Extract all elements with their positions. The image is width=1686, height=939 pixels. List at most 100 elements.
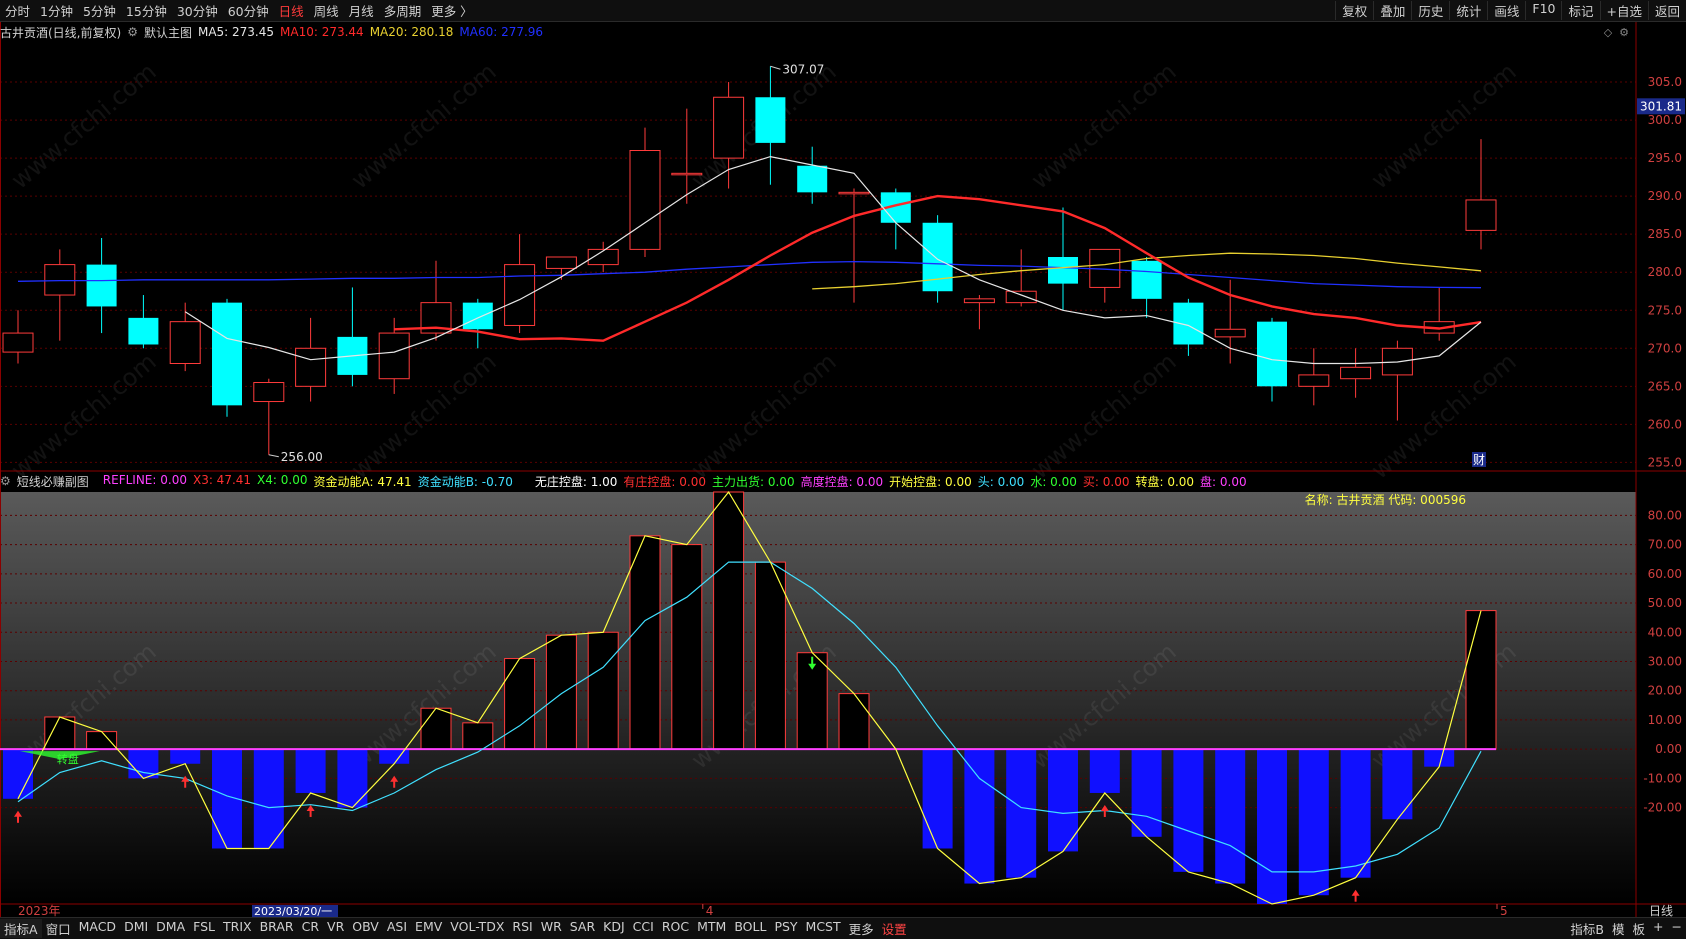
month-label: 4: [706, 904, 714, 918]
sub-legend-item: 盘: 0.00: [1200, 474, 1247, 489]
candle-body: [44, 264, 76, 296]
sub-legend-item: X3: 47.41: [192, 472, 252, 487]
indicator-tab-14[interactable]: RSI: [508, 919, 536, 938]
sub-tick-label: 50.00: [1648, 596, 1682, 610]
indicator-tab-13[interactable]: VOL-TDX: [446, 919, 508, 938]
period-tab-10[interactable]: 更多 〉: [426, 1, 477, 20]
indicator-tab-23[interactable]: MCST: [802, 919, 845, 938]
price-tick-label: 275.0: [1648, 303, 1682, 317]
sub-tick-label: 40.00: [1648, 625, 1682, 639]
indicator-tab-20[interactable]: MTM: [693, 919, 730, 938]
indicator-tab-2[interactable]: MACD: [75, 919, 120, 938]
sub-legend-item: X4: 0.00: [257, 472, 308, 487]
tool-tab-8[interactable]: 返回: [1647, 1, 1686, 20]
indicator-b-tab-3[interactable]: +: [1649, 919, 1667, 938]
indicator-tab-12[interactable]: EMV: [411, 919, 446, 938]
candle-body: [1214, 328, 1246, 338]
candle-body: [86, 264, 117, 307]
main-grid: [0, 81, 1640, 463]
settings-icon[interactable]: ⚙: [0, 474, 11, 488]
stock-name-label: 名称: 古井贡酒 代码: 000596: [1305, 492, 1466, 507]
sub-bar: [587, 631, 619, 750]
price-tick-label: 260.0: [1648, 417, 1682, 431]
indicator-tab-0[interactable]: 指标A: [0, 919, 42, 938]
period-tab-5[interactable]: 60分钟: [223, 1, 274, 20]
price-tick-label: 270.0: [1648, 341, 1682, 355]
indicator-tab-6[interactable]: TRIX: [219, 919, 256, 938]
period-tab-6[interactable]: 日线: [274, 1, 309, 20]
turn-label: 转盘: [57, 752, 79, 766]
sub-tick-label: 30.00: [1648, 654, 1682, 668]
indicator-b-tab-2[interactable]: 板: [1629, 919, 1650, 938]
indicator-tab-16[interactable]: SAR: [566, 919, 599, 938]
sub-bar: [1173, 749, 1204, 872]
indicator-toolbar: 指标A 窗口 MACD DMI DMA FSL TRIX BRAR CR VR OBV ASI EMV V…: [0, 917, 1686, 939]
ma60-label: MA60: 277.96: [459, 25, 544, 39]
tool-tab-1[interactable]: 叠加: [1373, 1, 1411, 20]
indicator-tab-8[interactable]: CR: [298, 919, 323, 938]
sub-chart-title[interactable]: 短线必赚副图: [17, 473, 89, 490]
sub-bar: [337, 749, 368, 808]
period-tab-7[interactable]: 周线: [309, 1, 344, 20]
period-tab-0[interactable]: 分时: [0, 1, 35, 20]
sub-bar: [1215, 749, 1246, 884]
indicator-tab-10[interactable]: OBV: [348, 919, 383, 938]
price-tick-label: 265.0: [1648, 379, 1682, 393]
candle-body: [1340, 366, 1372, 380]
stock-title[interactable]: 古井贡酒(日线,前复权): [0, 24, 121, 41]
period-tabs: 分时 1分钟 5分钟 15分钟 30分钟 60分钟 日线 周线 月线 多周期 更多 〉: [0, 1, 478, 20]
chart-canvas: www.cfchi.com www.cfchi.com www.cfchi.com w…: [0, 22, 1686, 918]
indicator-tab-7[interactable]: BRAR: [256, 919, 298, 938]
indicator-tab-1[interactable]: 窗口: [42, 919, 75, 938]
candle-body: [1298, 374, 1330, 387]
tool-tab-2[interactable]: 历史: [1411, 1, 1449, 20]
indicator-tab-11[interactable]: ASI: [383, 919, 411, 938]
price-tick-label: 290.0: [1648, 189, 1682, 203]
tool-tab-6[interactable]: 标记: [1561, 1, 1599, 20]
tool-tab-5[interactable]: F10: [1525, 1, 1561, 20]
indicator-tab-21[interactable]: BOLL: [730, 919, 770, 938]
tool-tab-7[interactable]: +自选: [1599, 1, 1648, 20]
sub-tick-label: 20.00: [1648, 684, 1682, 698]
period-tab-2[interactable]: 5分钟: [78, 1, 121, 20]
tool-tab-4[interactable]: 画线: [1487, 1, 1525, 20]
period-tab-3[interactable]: 15分钟: [121, 1, 172, 20]
candle-body: [629, 150, 661, 250]
sub-tick-label: 60.00: [1648, 567, 1682, 581]
indicator-tab-4[interactable]: DMA: [152, 919, 189, 938]
settings-button[interactable]: 设置: [878, 919, 911, 938]
sub-legend-item: 开始控盘: 0.00: [889, 474, 972, 489]
indicator-tab-18[interactable]: CCI: [629, 919, 658, 938]
sub-bar: [44, 716, 76, 750]
indicator-tab-24[interactable]: 更多: [845, 919, 878, 938]
indicator-tab-17[interactable]: KDJ: [599, 919, 629, 938]
candle-body: [713, 96, 745, 159]
indicator-b-tab-4[interactable]: −: [1668, 919, 1686, 938]
sub-legend-item: 买: 0.00: [1082, 474, 1130, 489]
indicator-b-tab-1[interactable]: 模: [1608, 919, 1629, 938]
indicator-tab-22[interactable]: PSY: [770, 919, 801, 938]
indicator-b-tab-0[interactable]: 指标B: [1566, 919, 1608, 938]
candle-body: [922, 222, 953, 292]
settings-icon[interactable]: ⚙: [127, 25, 138, 39]
sub-legend: ⚙ 短线必赚副图 REFLINE: 0.00 X3: 47.41 X4: 0.00 资…: [0, 472, 1259, 490]
candle-body: [128, 317, 159, 345]
tool-tab-0[interactable]: 复权: [1335, 1, 1373, 20]
period-tab-9[interactable]: 多周期: [379, 1, 427, 20]
indicator-tab-9[interactable]: VR: [323, 919, 348, 938]
candle-body: [1257, 321, 1287, 387]
price-tick-label: 305.0: [1648, 75, 1682, 89]
indicator-tab-5[interactable]: FSL: [189, 919, 219, 938]
tool-tab-3[interactable]: 统计: [1449, 1, 1487, 20]
period-tab-8[interactable]: 月线: [344, 1, 379, 20]
indicator-tab-19[interactable]: ROC: [658, 919, 693, 938]
low-pointer: [268, 454, 279, 458]
period-tab-4[interactable]: 30分钟: [172, 1, 223, 20]
candle-body: [378, 332, 410, 380]
watermark-text: www.cfchi.com: [346, 347, 502, 484]
period-tab-1[interactable]: 1分钟: [35, 1, 78, 20]
main-chart-label[interactable]: 默认主图: [144, 24, 192, 41]
indicator-tab-15[interactable]: WR: [537, 919, 566, 938]
indicator-tab-3[interactable]: DMI: [120, 919, 152, 938]
sub-legend-item: REFLINE: 0.00: [102, 472, 187, 487]
